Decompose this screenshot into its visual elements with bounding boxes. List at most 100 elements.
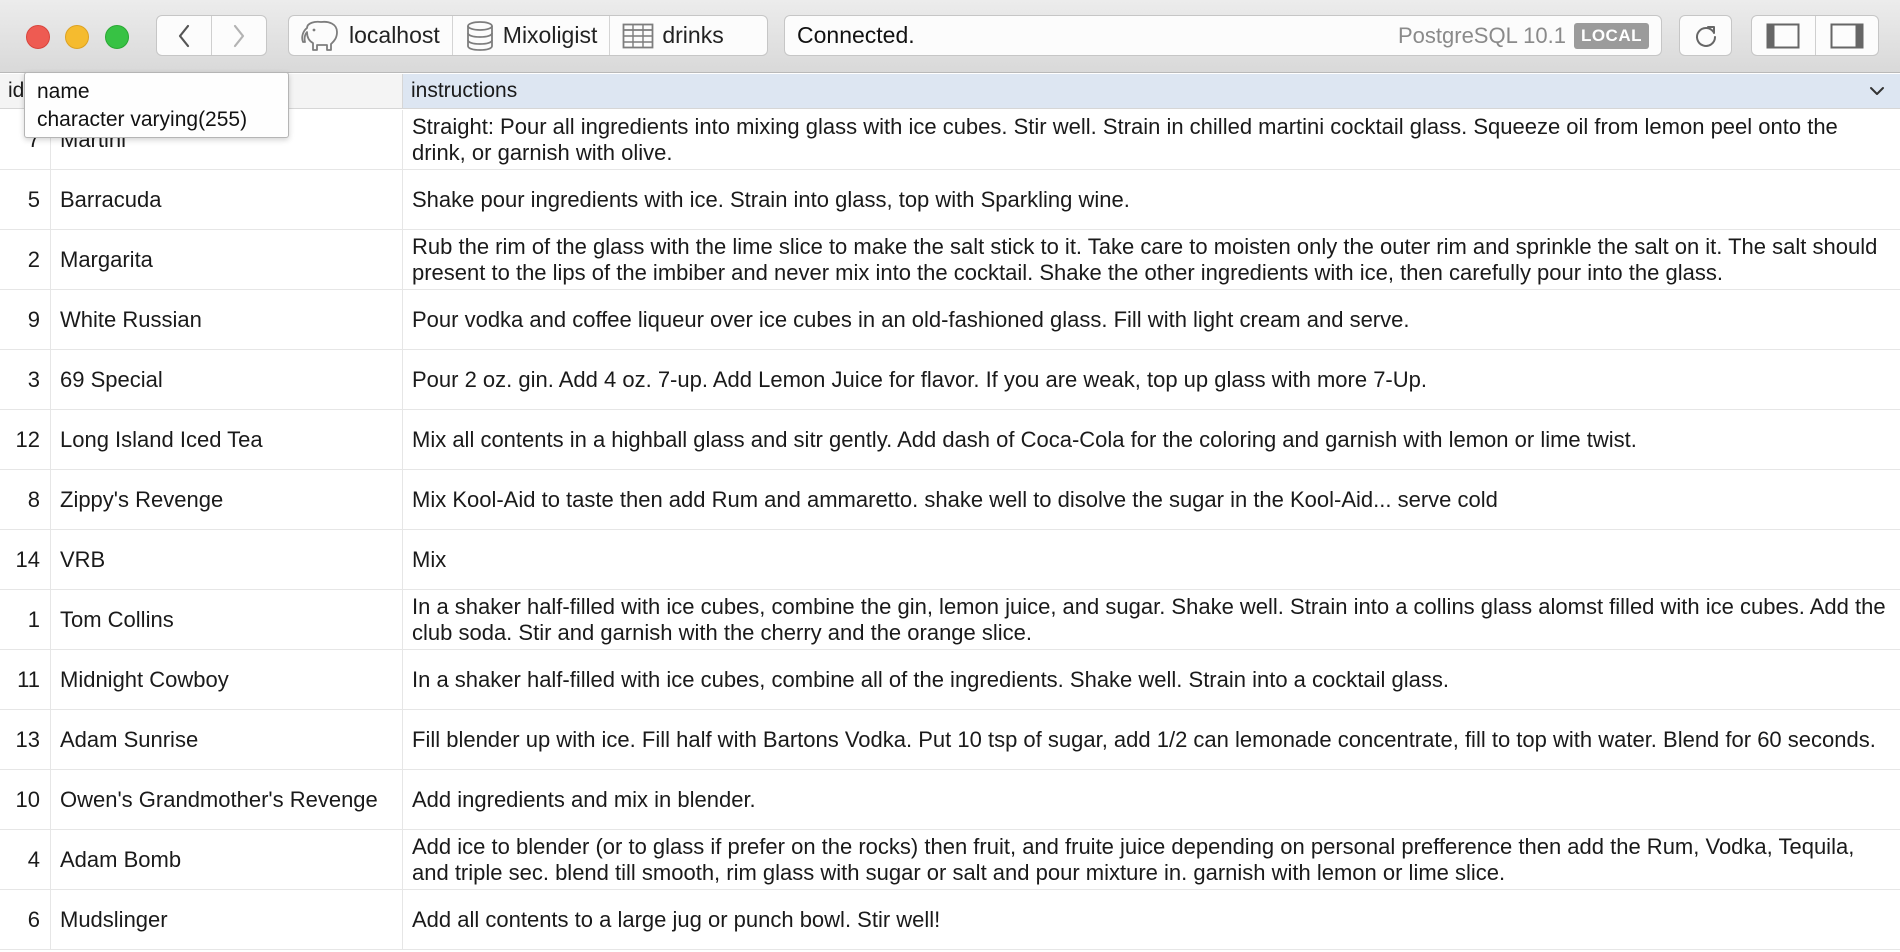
cell-instructions[interactable]: Mix all contents in a highball glass and… bbox=[403, 410, 1900, 469]
table-icon bbox=[622, 23, 654, 49]
cell-name[interactable]: Barracuda bbox=[51, 170, 403, 229]
tooltip-column-name: name bbox=[37, 80, 90, 103]
breadcrumb-table[interactable]: drinks bbox=[610, 16, 735, 55]
cell-id[interactable]: 9 bbox=[0, 290, 51, 349]
cell-name[interactable]: Tom Collins bbox=[51, 590, 403, 649]
back-button[interactable] bbox=[157, 16, 211, 55]
table-row[interactable]: 5 Barracuda Shake pour ingredients with … bbox=[0, 170, 1900, 230]
toggle-right-sidebar-button[interactable] bbox=[1814, 16, 1879, 55]
elephant-icon bbox=[301, 20, 341, 52]
cell-name[interactable]: White Russian bbox=[51, 290, 403, 349]
table-row[interactable]: 13 Adam Sunrise Fill blender up with ice… bbox=[0, 710, 1900, 770]
left-sidebar-icon bbox=[1766, 23, 1800, 48]
cell-instructions[interactable]: In a shaker half-filled with ice cubes, … bbox=[403, 650, 1900, 709]
cell-instructions-text: Mix bbox=[412, 546, 447, 572]
breadcrumb-server[interactable]: localhost bbox=[289, 16, 452, 55]
cell-name[interactable]: 69 Special bbox=[51, 350, 403, 409]
cell-instructions[interactable]: Add ingredients and mix in blender. bbox=[403, 770, 1900, 829]
cell-instructions[interactable]: Fill blender up with ice. Fill half with… bbox=[403, 710, 1900, 769]
cell-name[interactable]: VRB bbox=[51, 530, 403, 589]
cell-instructions-text: Add ingredients and mix in blender. bbox=[412, 786, 756, 812]
column-header-label: id bbox=[8, 79, 25, 102]
cell-instructions-text: Rub the rim of the glass with the lime s… bbox=[412, 233, 1878, 285]
cell-id[interactable]: 3 bbox=[0, 350, 51, 409]
table-row[interactable]: 12 Long Island Iced Tea Mix all contents… bbox=[0, 410, 1900, 470]
cell-instructions[interactable]: Shake pour ingredients with ice. Strain … bbox=[403, 170, 1900, 229]
table-row[interactable]: 10 Owen's Grandmother's Revenge Add ingr… bbox=[0, 770, 1900, 830]
cell-name[interactable]: Adam Bomb bbox=[51, 830, 403, 889]
cell-name[interactable]: Zippy's Revenge bbox=[51, 470, 403, 529]
column-header-label: instructions bbox=[411, 79, 518, 102]
breadcrumb-table-label: drinks bbox=[662, 22, 724, 48]
cell-id[interactable]: 5 bbox=[0, 170, 51, 229]
cell-instructions[interactable]: Mix bbox=[403, 530, 1900, 589]
breadcrumb: localhost Mixoligist drinks bbox=[288, 15, 768, 56]
cell-id[interactable]: 8 bbox=[0, 470, 51, 529]
zoom-window-button[interactable] bbox=[105, 25, 129, 49]
cell-id[interactable]: 10 bbox=[0, 770, 51, 829]
cell-instructions-text: Mix all contents in a highball glass and… bbox=[412, 426, 1637, 452]
cell-name[interactable]: Owen's Grandmother's Revenge bbox=[51, 770, 403, 829]
chevron-left-icon bbox=[178, 24, 190, 47]
cell-instructions[interactable]: Mix Kool-Aid to taste then add Rum and a… bbox=[403, 470, 1900, 529]
column-header-instructions[interactable]: instructions bbox=[403, 74, 1900, 108]
table-row[interactable]: 3 69 Special Pour 2 oz. gin. Add 4 oz. 7… bbox=[0, 350, 1900, 410]
table-row[interactable]: 8 Zippy's Revenge Mix Kool-Aid to taste … bbox=[0, 470, 1900, 530]
cell-instructions-text: In a shaker half-filled with ice cubes, … bbox=[412, 666, 1449, 692]
pane-toggle-buttons bbox=[1751, 15, 1879, 56]
cell-instructions-text: Add ice to blender (or to glass if prefe… bbox=[412, 833, 1855, 885]
breadcrumb-database[interactable]: Mixoligist bbox=[453, 16, 610, 55]
cell-id[interactable]: 6 bbox=[0, 890, 51, 949]
breadcrumb-server-label: localhost bbox=[349, 22, 440, 48]
cell-name[interactable]: Adam Sunrise bbox=[51, 710, 403, 769]
database-icon bbox=[465, 20, 495, 52]
cell-id[interactable]: 11 bbox=[0, 650, 51, 709]
refresh-icon bbox=[1695, 25, 1716, 47]
toggle-left-sidebar-button[interactable] bbox=[1752, 16, 1815, 55]
cell-name[interactable]: Margarita bbox=[51, 230, 403, 289]
cell-instructions[interactable]: Straight: Pour all ingredients into mixi… bbox=[403, 110, 1900, 169]
cell-instructions-text: Add all contents to a large jug or punch… bbox=[412, 906, 941, 932]
breadcrumb-database-label: Mixoligist bbox=[502, 22, 598, 48]
cell-id[interactable]: 12 bbox=[0, 410, 51, 469]
table-row[interactable]: 6 Mudslinger Add all contents to a large… bbox=[0, 890, 1900, 950]
cell-instructions-text: Shake pour ingredients with ice. Strain … bbox=[412, 186, 1130, 212]
cell-instructions-text: Fill blender up with ice. Fill half with… bbox=[412, 726, 1876, 752]
cell-instructions[interactable]: In a shaker half-filled with ice cubes, … bbox=[403, 590, 1900, 649]
cell-id[interactable]: 4 bbox=[0, 830, 51, 889]
cell-instructions[interactable]: Pour vodka and coffee liqueur over ice c… bbox=[403, 290, 1900, 349]
cell-name[interactable]: Mudslinger bbox=[51, 890, 403, 949]
refresh-button[interactable] bbox=[1679, 15, 1732, 56]
cell-instructions-text: In a shaker half-filled with ice cubes, … bbox=[412, 593, 1886, 645]
server-version: PostgreSQL 10.1 bbox=[1397, 22, 1566, 48]
cell-id[interactable]: 13 bbox=[0, 710, 51, 769]
table-row[interactable]: 4 Adam Bomb Add ice to blender (or to gl… bbox=[0, 830, 1900, 890]
close-window-button[interactable] bbox=[26, 25, 50, 49]
forward-button[interactable] bbox=[211, 16, 266, 55]
cell-name[interactable]: Long Island Iced Tea bbox=[51, 410, 403, 469]
minimize-window-button[interactable] bbox=[65, 25, 89, 49]
navigation-buttons bbox=[156, 15, 267, 56]
local-badge: LOCAL bbox=[1573, 22, 1649, 49]
table-row[interactable]: 9 White Russian Pour vodka and coffee li… bbox=[0, 290, 1900, 350]
cell-instructions[interactable]: Add ice to blender (or to glass if prefe… bbox=[403, 830, 1900, 889]
tooltip-column-type: character varying(255) bbox=[37, 108, 248, 131]
table-row[interactable]: 11 Midnight Cowboy In a shaker half-fill… bbox=[0, 650, 1900, 710]
cell-id[interactable]: 1 bbox=[0, 590, 51, 649]
cell-instructions[interactable]: Add all contents to a large jug or punch… bbox=[403, 890, 1900, 949]
cell-instructions-text: Pour vodka and coffee liqueur over ice c… bbox=[412, 306, 1410, 332]
chevron-right-icon bbox=[233, 24, 245, 47]
toolbar: localhost Mixoligist drinks Connected. P… bbox=[0, 0, 1900, 73]
cell-id[interactable]: 14 bbox=[0, 530, 51, 589]
table-row[interactable]: 1 Tom Collins In a shaker half-filled wi… bbox=[0, 590, 1900, 650]
cell-instructions-text: Pour 2 oz. gin. Add 4 oz. 7-up. Add Lemo… bbox=[412, 366, 1427, 392]
table-body: 7 Martini Straight: Pour all ingredients… bbox=[0, 110, 1900, 950]
cell-instructions-text: Straight: Pour all ingredients into mixi… bbox=[412, 113, 1838, 165]
chevron-down-icon[interactable] bbox=[1868, 80, 1886, 102]
table-row[interactable]: 14 VRB Mix bbox=[0, 530, 1900, 590]
table-row[interactable]: 2 Margarita Rub the rim of the glass wit… bbox=[0, 230, 1900, 290]
cell-id[interactable]: 2 bbox=[0, 230, 51, 289]
cell-instructions[interactable]: Rub the rim of the glass with the lime s… bbox=[403, 230, 1900, 289]
cell-name[interactable]: Midnight Cowboy bbox=[51, 650, 403, 709]
cell-instructions[interactable]: Pour 2 oz. gin. Add 4 oz. 7-up. Add Lemo… bbox=[403, 350, 1900, 409]
